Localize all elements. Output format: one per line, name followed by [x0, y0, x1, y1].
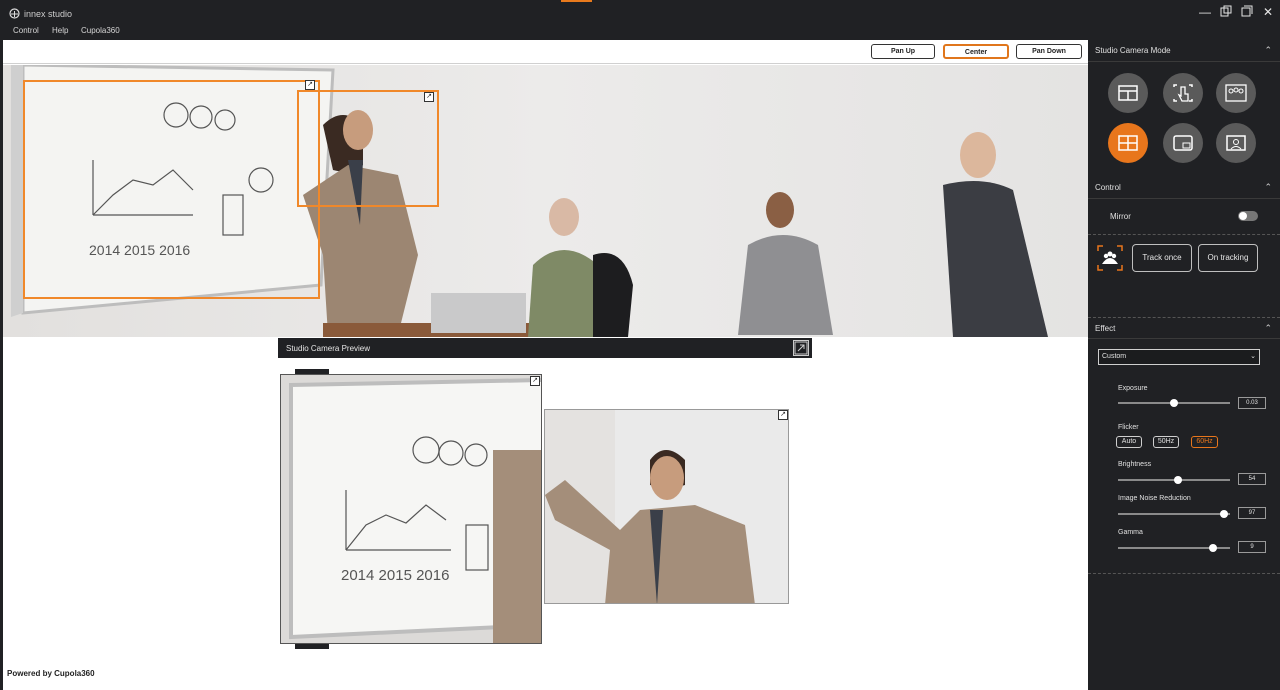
flicker-60hz-button[interactable]: 60Hz	[1191, 436, 1218, 448]
pan-down-button[interactable]: Pan Down	[1016, 44, 1082, 59]
close-icon[interactable]: ✕	[1261, 5, 1275, 19]
accent-strip	[561, 0, 592, 2]
divider	[1088, 234, 1280, 235]
menu-cupola360[interactable]: Cupola360	[81, 26, 120, 35]
preview-title: Studio Camera Preview	[286, 344, 371, 353]
divider	[1088, 573, 1280, 574]
chevron-down-icon: ⌄	[1250, 353, 1256, 360]
gamma-slider-thumb[interactable]	[1209, 544, 1218, 552]
toggle-knob	[1239, 212, 1247, 220]
chevron-up-icon[interactable]: ⌃	[1264, 182, 1272, 193]
presenter-view	[545, 410, 788, 603]
flicker-auto-button[interactable]: Auto	[1116, 436, 1142, 448]
flicker-label: Flicker	[1118, 424, 1139, 431]
region-resize-handle-icon[interactable]: ↗	[424, 92, 434, 102]
maximize-icon[interactable]	[1240, 5, 1254, 19]
tracking-region-presenter[interactable]	[297, 90, 439, 207]
region-resize-handle-icon[interactable]: ↗	[305, 80, 315, 90]
control-section-header[interactable]: Control ⌃	[1088, 177, 1280, 199]
svg-text:2014 2015 2016: 2014 2015 2016	[341, 567, 449, 584]
mode-section-header[interactable]: Studio Camera Mode ⌃	[1088, 40, 1280, 62]
chevron-up-icon[interactable]: ⌃	[1264, 45, 1272, 56]
brightness-value[interactable]: 54	[1238, 473, 1266, 485]
mirror-toggle[interactable]	[1238, 211, 1258, 221]
effect-section-title: Effect	[1095, 324, 1116, 333]
minimize-icon[interactable]: —	[1198, 5, 1212, 19]
sidebar: Studio Camera Mode ⌃ Control ⌃ Mirror Tr…	[1088, 40, 1280, 690]
tile-tab-bottom	[295, 644, 329, 649]
app-logo-icon	[9, 8, 20, 19]
group-icon	[1225, 84, 1247, 102]
effect-preset-select[interactable]: Custom ⌄	[1098, 349, 1260, 365]
noise-reduction-label: Image Noise Reduction	[1118, 495, 1191, 502]
gamma-label: Gamma	[1118, 529, 1143, 536]
tile-resize-handle-icon[interactable]: ↗	[778, 410, 788, 420]
noise-reduction-slider-thumb[interactable]	[1220, 510, 1229, 518]
mode-pointer-button[interactable]	[1163, 73, 1203, 113]
preview-tile-presenter[interactable]	[544, 409, 789, 604]
exposure-value[interactable]: 0.03	[1238, 397, 1266, 409]
panorama-view[interactable]: 2014 2015 2016 ↗ ↗	[3, 65, 1088, 337]
effect-section-header[interactable]: Effect ⌃	[1088, 317, 1280, 339]
menu-control[interactable]: Control	[13, 26, 39, 35]
on-tracking-button[interactable]: On tracking	[1198, 244, 1258, 272]
presenter-icon	[1226, 135, 1246, 151]
noise-reduction-slider[interactable]	[1118, 513, 1230, 515]
hand-pointer-icon	[1173, 84, 1193, 102]
preview-tile-whiteboard[interactable]: 2014 2015 2016	[280, 374, 542, 644]
mirror-label: Mirror	[1110, 212, 1131, 221]
tracking-people-icon[interactable]	[1097, 245, 1123, 271]
noise-reduction-value[interactable]: 97	[1238, 507, 1266, 519]
app-title: innex studio	[24, 9, 73, 19]
snap-layout-icon[interactable]	[1219, 5, 1233, 19]
effect-preset-value: Custom	[1102, 353, 1127, 360]
expand-icon[interactable]	[793, 340, 809, 356]
mode-pip-button[interactable]	[1163, 123, 1203, 163]
tracking-region-whiteboard[interactable]	[23, 80, 320, 299]
exposure-label: Exposure	[1118, 385, 1148, 392]
split-layout-icon	[1118, 135, 1138, 151]
picture-in-picture-icon	[1173, 135, 1193, 151]
pan-toolbar: Pan Up Center Pan Down	[3, 40, 1088, 64]
title-bar: innex studio — ✕	[0, 0, 1280, 26]
center-button[interactable]: Center	[943, 44, 1009, 59]
exposure-slider-thumb[interactable]	[1170, 399, 1178, 407]
preview-header: Studio Camera Preview	[278, 338, 812, 358]
mode-group-button[interactable]	[1216, 73, 1256, 113]
grid-layout-icon	[1118, 85, 1138, 101]
main-viewer: Pan Up Center Pan Down 2014 2015 2016 ↗ …	[3, 40, 1088, 690]
flicker-50hz-button[interactable]: 50Hz	[1153, 436, 1179, 448]
menu-help[interactable]: Help	[52, 26, 68, 35]
chevron-up-icon[interactable]: ⌃	[1264, 323, 1272, 334]
whiteboard-view: 2014 2015 2016	[281, 375, 541, 643]
mode-grid-button[interactable]	[1108, 73, 1148, 113]
pan-up-button[interactable]: Pan Up	[871, 44, 935, 59]
powered-by-label: Powered by Cupola360	[7, 669, 95, 678]
menu-bar: Control Help Cupola360	[0, 26, 1088, 38]
brightness-label: Brightness	[1118, 461, 1152, 468]
mode-presenter-button[interactable]	[1216, 123, 1256, 163]
mode-split-button[interactable]	[1108, 123, 1148, 163]
track-once-button[interactable]: Track once	[1132, 244, 1192, 272]
mode-section-title: Studio Camera Mode	[1095, 46, 1171, 55]
control-section-title: Control	[1095, 183, 1121, 192]
gamma-value[interactable]: 9	[1238, 541, 1266, 553]
tile-resize-handle-icon[interactable]: ↗	[530, 376, 540, 386]
brightness-slider-thumb[interactable]	[1174, 476, 1183, 484]
